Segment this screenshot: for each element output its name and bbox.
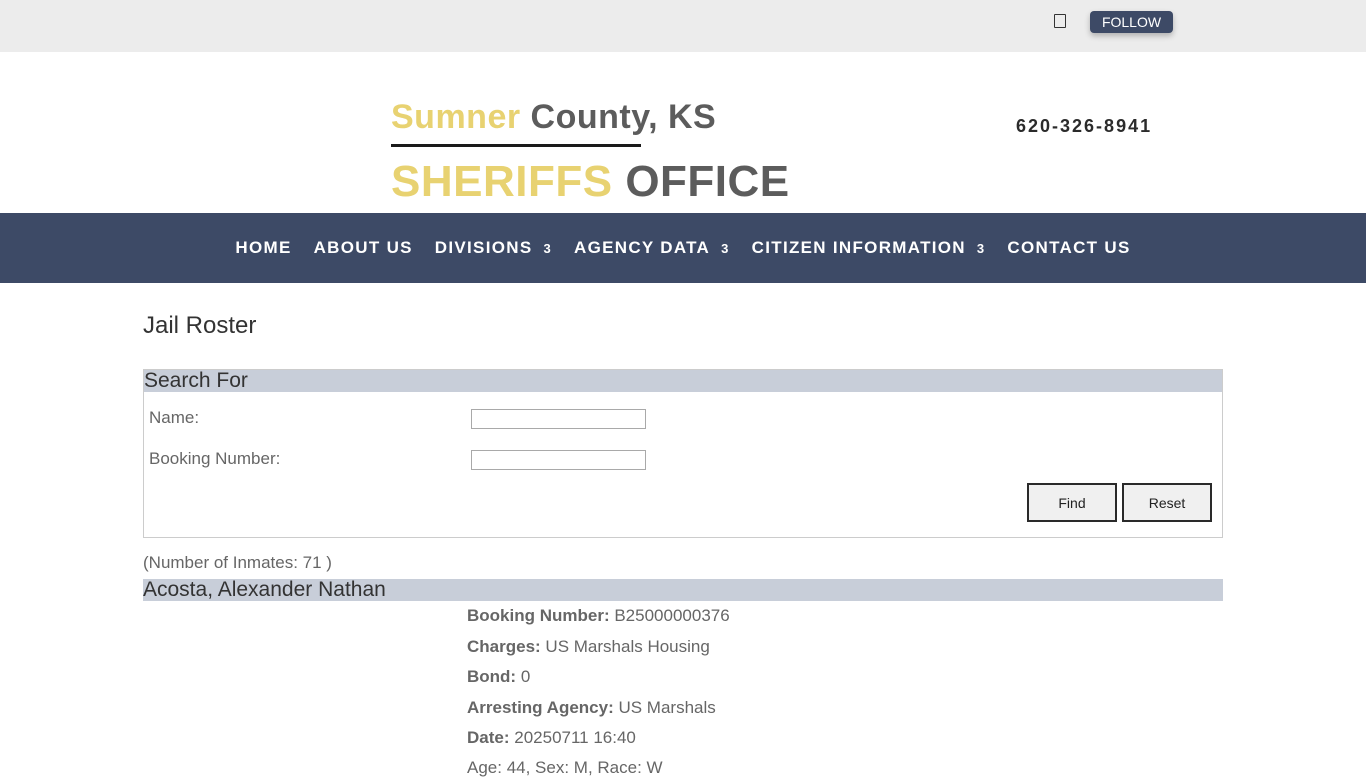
logo-county[interactable]: Sumner County, KS — [391, 98, 716, 137]
dropdown-caret-icon: 3 — [721, 240, 730, 256]
nav-label: CONTACT US — [1007, 238, 1131, 257]
main-nav: HOME ABOUT US DIVISIONS 3 AGENCY DATA 3 … — [0, 213, 1366, 283]
nav-label: AGENCY DATA — [574, 238, 711, 257]
logo-word-county: County, KS — [530, 98, 717, 136]
nav-divisions[interactable]: DIVISIONS 3 — [435, 238, 552, 258]
dropdown-caret-icon: 3 — [976, 240, 986, 256]
top-bar: FOLLOW — [0, 0, 1366, 52]
logo-word-sumner: Sumner — [391, 98, 521, 136]
detail-booking-number: Booking Number: B25000000376 — [467, 606, 730, 626]
nav-home[interactable]: HOME — [235, 238, 291, 258]
follow-button[interactable]: FOLLOW — [1090, 11, 1173, 33]
inmate-name-heading: Acosta, Alexander Nathan — [143, 579, 1223, 601]
search-heading: Search For — [144, 370, 1222, 392]
detail-value: 20250711 16:40 — [514, 728, 636, 747]
page-title: Jail Roster — [143, 312, 257, 339]
nav-label: HOME — [235, 238, 292, 257]
booking-number-input[interactable] — [471, 450, 646, 470]
detail-charges: Charges: US Marshals Housing — [467, 637, 710, 657]
dropdown-caret-icon: 3 — [543, 240, 552, 256]
detail-value: B25000000376 — [614, 606, 730, 625]
inmate-count: (Number of Inmates: 71 ) — [143, 553, 332, 572]
detail-bond: Bond: 0 — [467, 667, 530, 687]
nav-label: CITIZEN INFORMATION — [751, 238, 966, 257]
detail-value: 0 — [520, 667, 531, 686]
detail-value: US Marshals — [618, 698, 716, 717]
name-input[interactable] — [471, 409, 646, 429]
nav-contact-us[interactable]: CONTACT US — [1007, 238, 1130, 258]
logo-office[interactable]: SHERIFFS OFFICE — [391, 157, 790, 207]
name-label: Name: — [149, 408, 200, 427]
nav-citizen-information[interactable]: CITIZEN INFORMATION 3 — [752, 238, 986, 258]
logo-divider — [391, 144, 641, 147]
logo-word-office: OFFICE — [625, 157, 790, 206]
detail-label: Booking Number: — [467, 606, 610, 625]
detail-date: Date: 20250711 16:40 — [467, 728, 636, 748]
detail-label: Bond: — [467, 667, 517, 686]
phone-number: 620-326-8941 — [1016, 116, 1153, 136]
detail-arresting-agency: Arresting Agency: US Marshals — [467, 698, 716, 718]
logo-word-sheriffs: SHERIFFS — [391, 157, 613, 206]
reset-button[interactable]: Reset — [1122, 483, 1212, 522]
nav-about-us[interactable]: ABOUT US — [314, 238, 413, 258]
detail-label: Date: — [467, 728, 510, 747]
detail-demographics: Age: 44, Sex: M, Race: W — [467, 758, 663, 777]
find-button[interactable]: Find — [1027, 483, 1117, 522]
nav-label: ABOUT US — [313, 238, 413, 257]
booking-number-label: Booking Number: — [149, 449, 281, 468]
detail-label: Arresting Agency: — [467, 698, 614, 717]
nav-label: DIVISIONS — [434, 238, 533, 257]
nav-agency-data[interactable]: AGENCY DATA 3 — [574, 238, 730, 258]
square-icon[interactable] — [1054, 14, 1066, 28]
detail-label: Charges: — [467, 637, 541, 656]
search-panel: Search For Name: Booking Number: Find Re… — [143, 369, 1223, 538]
detail-value: US Marshals Housing — [545, 637, 710, 656]
